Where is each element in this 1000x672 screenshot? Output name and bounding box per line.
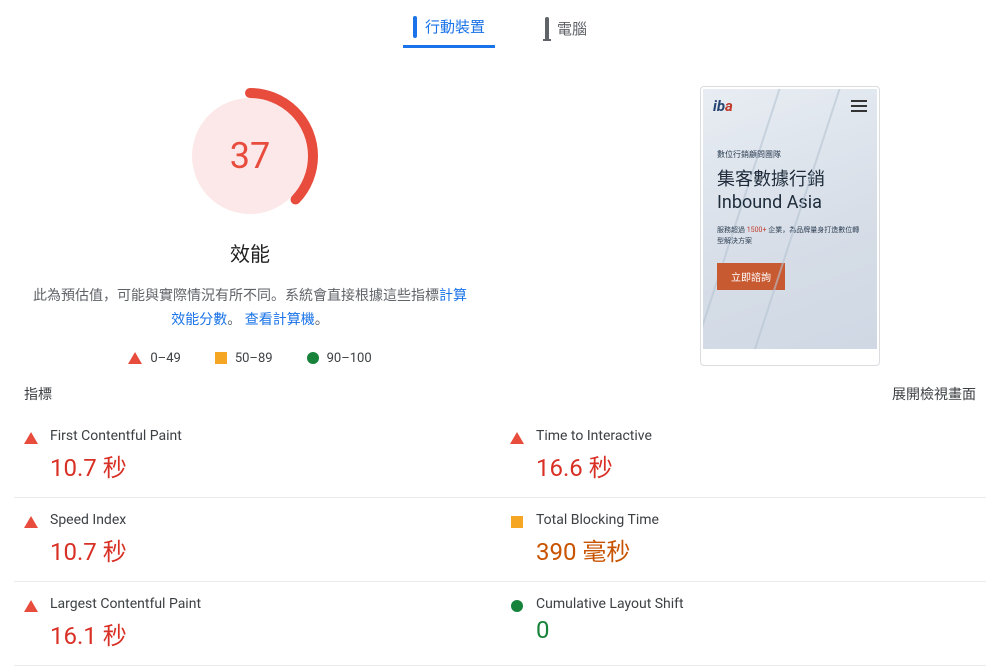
circle-icon (307, 352, 319, 364)
preview-desc: 服務超過 1500+ 企業，為品牌量身打造數位轉型解決方案 (717, 225, 863, 247)
metric-item: Cumulative Layout Shift 0 (500, 582, 986, 666)
metrics-title: 指標 (24, 384, 52, 404)
legend-average: 50–89 (215, 351, 273, 366)
metric-value: 16.1 秒 (50, 616, 490, 651)
triangle-icon (24, 600, 38, 612)
expand-view-link[interactable]: 展開檢視畫面 (892, 384, 976, 404)
preview-subtitle: 數位行銷顧問團隊 (717, 149, 863, 160)
triangle-icon (128, 352, 142, 364)
metric-label: Cumulative Layout Shift (536, 596, 976, 612)
legend-pass: 90–100 (307, 351, 372, 366)
screenshot-section: iba 數位行銷顧問團隊 集客數據行銷 Inbound Asia 服務超過 15… (480, 86, 980, 366)
triangle-icon (24, 516, 38, 528)
metric-item: Speed Index 10.7 秒 (14, 498, 500, 582)
desktop-icon (545, 19, 549, 37)
device-tabs: 行動裝置 電腦 (0, 0, 1000, 56)
score-title: 效能 (230, 238, 270, 267)
metric-value: 390 毫秒 (536, 532, 976, 567)
score-section: 37 效能 此為預估值，可能與實際情況有所不同。系統會直接根據這些指標計算效能分… (20, 86, 480, 366)
metric-label: Speed Index (50, 512, 490, 528)
metric-label: Time to Interactive (536, 428, 976, 444)
triangle-icon (24, 432, 38, 444)
score-legend: 0–49 50–89 90–100 (128, 351, 371, 366)
hamburger-icon (851, 100, 867, 112)
calculator-link[interactable]: 查看計算機 (245, 312, 315, 328)
metric-value: 10.7 秒 (50, 532, 490, 567)
score-value: 37 (230, 135, 270, 177)
metric-label: Total Blocking Time (536, 512, 976, 528)
square-icon (511, 516, 523, 528)
legend-fail: 0–49 (128, 351, 180, 366)
metric-value: 0 (536, 616, 976, 644)
score-gauge: 37 (180, 86, 320, 226)
metric-label: First Contentful Paint (50, 428, 490, 444)
metric-item: Largest Contentful Paint 16.1 秒 (14, 582, 500, 666)
metrics-grid: First Contentful Paint 10.7 秒 Time to Inte… (0, 404, 1000, 666)
score-description: 此為預估值，可能與實際情況有所不同。系統會直接根據這些指標計算效能分數。 查看計… (20, 285, 480, 333)
triangle-icon (510, 432, 524, 444)
tab-desktop[interactable]: 電腦 (535, 10, 597, 47)
metric-item: Time to Interactive 16.6 秒 (500, 414, 986, 498)
summary-section: 37 效能 此為預估值，可能與實際情況有所不同。系統會直接根據這些指標計算效能分… (0, 56, 1000, 376)
tab-mobile[interactable]: 行動裝置 (403, 8, 495, 48)
metric-value: 16.6 秒 (536, 448, 976, 483)
mobile-icon (413, 18, 417, 36)
metric-label: Largest Contentful Paint (50, 596, 490, 612)
metrics-header: 指標 展開檢視畫面 (0, 384, 1000, 404)
tab-label: 電腦 (557, 18, 587, 39)
square-icon (215, 352, 227, 364)
metric-value: 10.7 秒 (50, 448, 490, 483)
metric-item: First Contentful Paint 10.7 秒 (14, 414, 500, 498)
preview-cta: 立即諮詢 (717, 263, 785, 290)
circle-icon (511, 600, 523, 612)
metric-item: Total Blocking Time 390 毫秒 (500, 498, 986, 582)
preview-logo: iba (713, 97, 733, 115)
tab-label: 行動裝置 (425, 16, 485, 37)
preview-title: 集客數據行銷 Inbound Asia (717, 168, 863, 215)
page-preview: iba 數位行銷顧問團隊 集客數據行銷 Inbound Asia 服務超過 15… (700, 86, 880, 366)
